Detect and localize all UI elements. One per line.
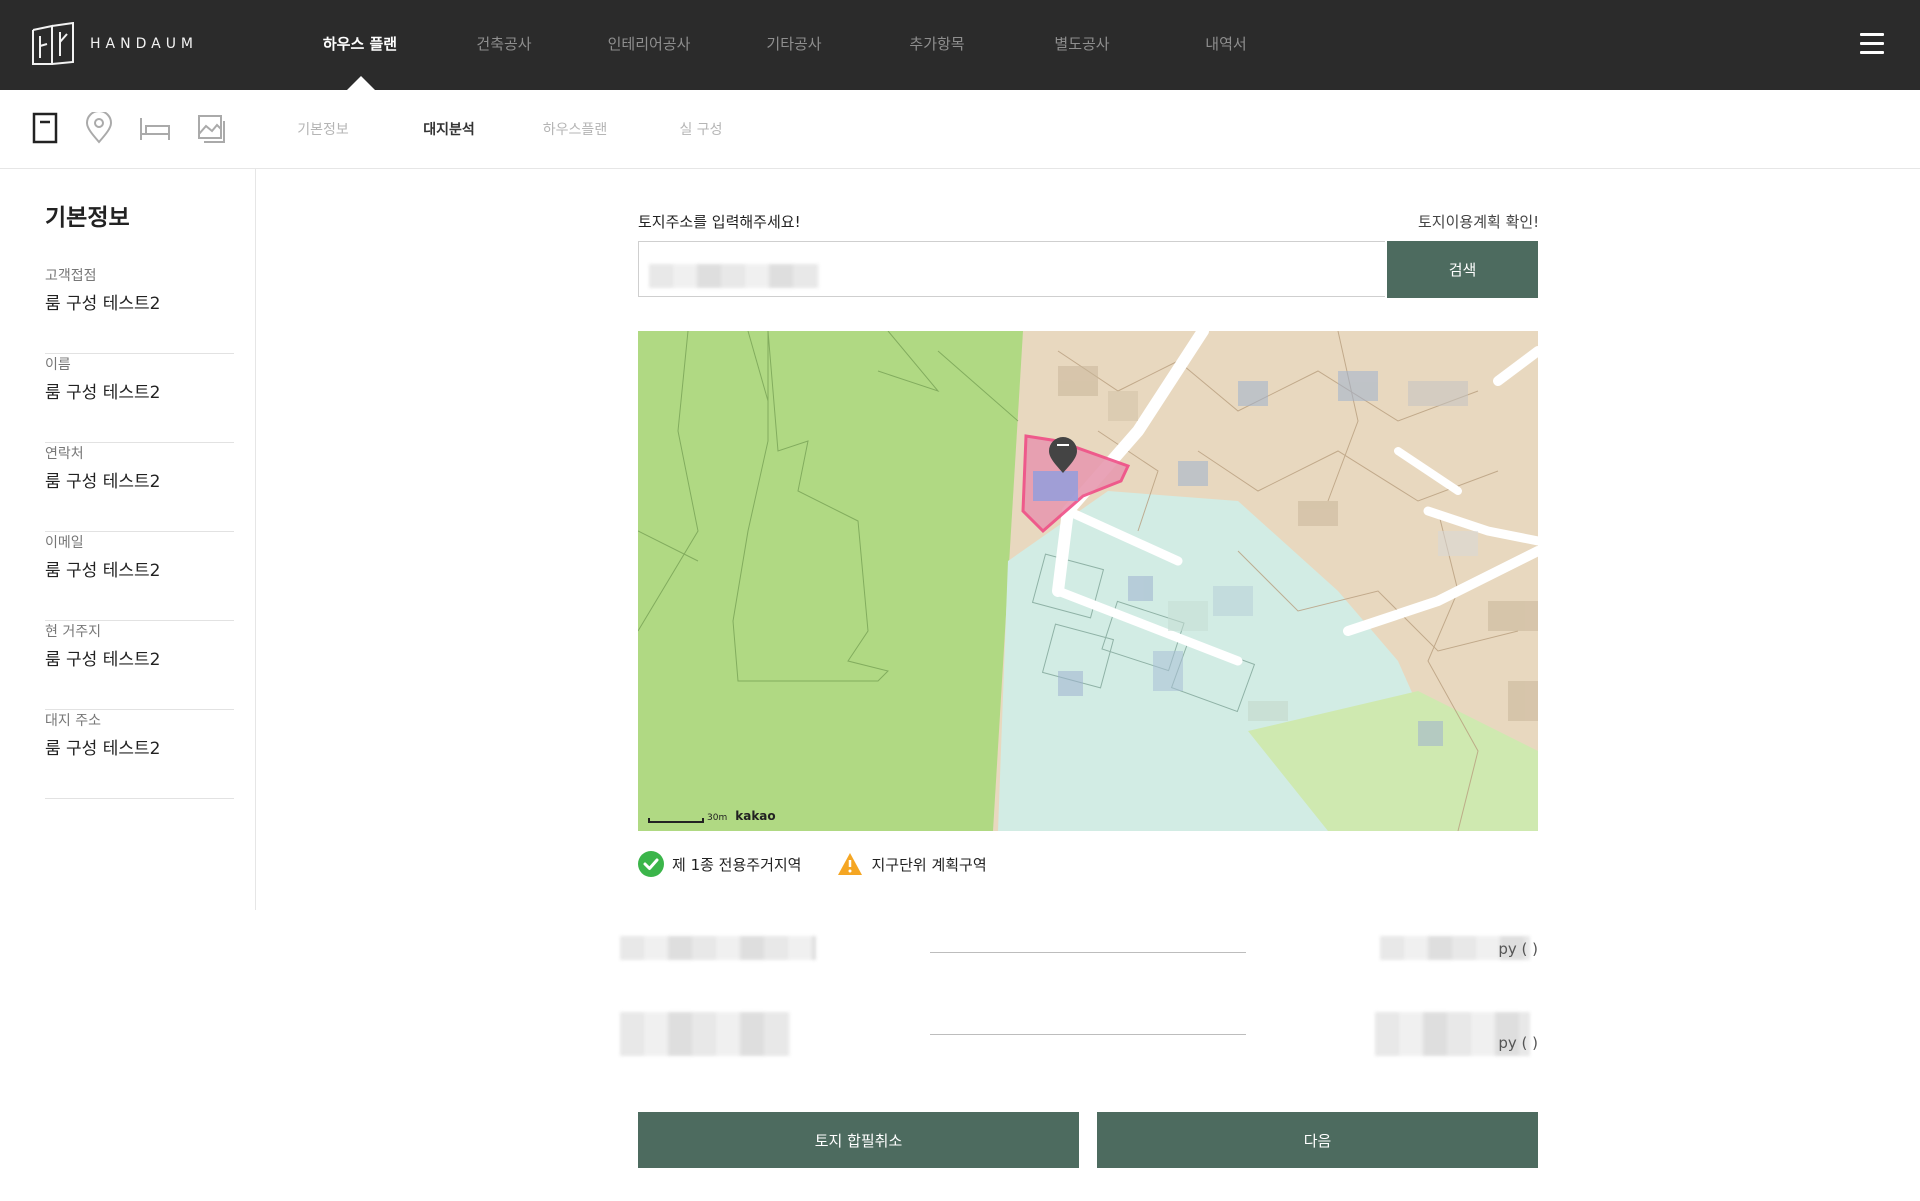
next-button[interactable]: 다음 (1097, 1112, 1538, 1168)
map-canvas (638, 331, 1538, 831)
menu-icon[interactable] (1860, 33, 1884, 55)
check-circle-icon (638, 851, 664, 877)
field-value: 룸 구성 테스트2 (45, 294, 161, 314)
logo[interactable]: HANDAUM (30, 22, 198, 66)
tab-house-plan[interactable]: 하우스플랜 (543, 119, 607, 139)
field-customer-contact-point: 고객접점 룸 구성 테스트2 (45, 265, 234, 354)
zoning-badge-residential: 제 1종 전용주거지역 (638, 851, 801, 877)
warning-triangle-icon (838, 853, 863, 875)
map-brand: kakao (735, 809, 776, 823)
land-map[interactable]: 30m kakao (638, 331, 1538, 831)
field-value: 룸 구성 테스트2 (45, 561, 161, 581)
field-label: 이메일 (45, 535, 84, 551)
nav-separate-work[interactable]: 별도공사 (1054, 33, 1109, 54)
active-nav-indicator (347, 76, 375, 90)
handaum-logo-icon (32, 22, 74, 65)
area-unit: py ( ) (1498, 940, 1538, 958)
scale-bar (648, 818, 704, 823)
field-label: 연락처 (45, 446, 84, 462)
nav-other-work[interactable]: 기타공사 (766, 33, 821, 54)
area-row: py ( ) (620, 930, 1538, 970)
field-value: 룸 구성 테스트2 (45, 650, 161, 670)
nav-additional-items[interactable]: 추가항목 (909, 33, 964, 54)
field-value: 룸 구성 테스트2 (45, 383, 161, 403)
map-scale: 30m kakao (648, 809, 776, 823)
field-name: 이름 룸 구성 테스트2 (45, 354, 234, 443)
zoning-badge-district-plan: 지구단위 계획구역 (837, 852, 987, 876)
bed-icon[interactable] (138, 112, 172, 144)
area-unit: py ( ) (1498, 1034, 1538, 1052)
nav-construction[interactable]: 건축공사 (476, 33, 531, 54)
logo-text: HANDAUM (90, 36, 199, 52)
cancel-land-merge-button[interactable]: 토지 합필취소 (638, 1112, 1079, 1168)
field-current-residence: 현 거주지 룸 구성 테스트2 (45, 621, 234, 710)
sub-navigation-bar: 기본정보 대지분석 하우스플랜 실 구성 (0, 90, 1920, 169)
area-input-line[interactable] (930, 952, 1246, 953)
scale-label: 30m (707, 813, 728, 823)
address-search-field[interactable] (638, 241, 1385, 297)
field-label: 이름 (45, 357, 71, 373)
area-row: py ( ) (620, 1012, 1538, 1056)
field-label: 현 거주지 (45, 624, 101, 640)
nav-house-plan[interactable]: 하우스 플랜 (323, 33, 397, 54)
area-input-line[interactable] (930, 1034, 1246, 1035)
address-search-input[interactable] (639, 242, 1385, 296)
basic-info-panel: 기본정보 고객접점 룸 구성 테스트2 이름 룸 구성 테스트2 연락처 룸 구… (0, 168, 256, 910)
field-site-address: 대지 주소 룸 구성 테스트2 (45, 710, 234, 799)
address-input-label: 토지주소를 입력해주세요! (638, 213, 801, 231)
redacted-label (620, 1012, 790, 1056)
top-navigation-bar: HANDAUM 하우스 플랜 건축공사 인테리어공사 기타공사 추가항목 별도공… (0, 0, 1920, 90)
nav-interior[interactable]: 인테리어공사 (608, 33, 691, 54)
panel-title: 기본정보 (45, 205, 130, 231)
search-button[interactable]: 검색 (1387, 241, 1538, 298)
tab-site-analysis[interactable]: 대지분석 (423, 119, 475, 139)
field-value: 룸 구성 테스트2 (45, 472, 161, 492)
field-phone: 연락처 룸 구성 테스트2 (45, 443, 234, 532)
zoning-badges: 제 1종 전용주거지역 지구단위 계획구역 (638, 851, 1023, 877)
tab-basic-info[interactable]: 기본정보 (297, 119, 349, 139)
field-label: 대지 주소 (45, 713, 101, 729)
field-label: 고객접점 (45, 268, 97, 284)
nav-estimate[interactable]: 내역서 (1205, 33, 1246, 54)
field-email: 이메일 룸 구성 테스트2 (45, 532, 234, 621)
tab-room-composition[interactable]: 실 구성 (679, 119, 722, 139)
land-use-plan-link[interactable]: 토지이용계획 확인! (1418, 211, 1539, 232)
badge-text: 지구단위 계획구역 (871, 855, 987, 874)
location-pin-icon[interactable] (84, 112, 114, 144)
field-value: 룸 구성 테스트2 (45, 739, 161, 759)
badge-text: 제 1종 전용주거지역 (672, 855, 802, 874)
image-icon[interactable] (196, 112, 226, 144)
redacted-label (620, 936, 816, 960)
document-icon[interactable] (31, 112, 61, 144)
